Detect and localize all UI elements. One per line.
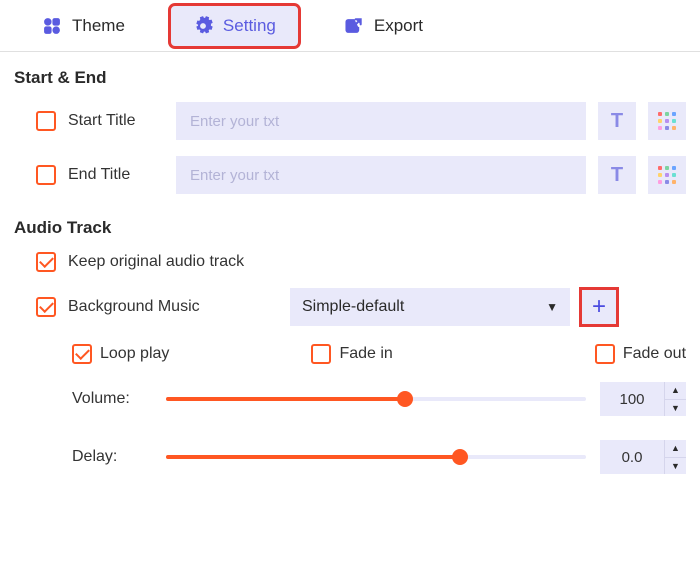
playback-options-row: Loop play Fade in Fade out: [0, 334, 700, 370]
background-music-selected: Simple-default: [302, 298, 404, 316]
volume-spinner: 100 ▲ ▼: [600, 382, 686, 416]
end-title-text-style-button[interactable]: T: [598, 156, 636, 194]
gear-icon: [193, 16, 213, 36]
loop-play-label: Loop play: [100, 345, 169, 363]
volume-slider[interactable]: [166, 397, 586, 401]
keep-original-label: Keep original audio track: [68, 253, 244, 271]
tab-theme-label: Theme: [72, 16, 125, 36]
color-grid-icon: [658, 166, 676, 184]
tab-bar: Theme Setting Export: [0, 0, 700, 52]
add-music-button[interactable]: +: [582, 290, 616, 324]
start-title-label: Start Title: [68, 112, 164, 130]
chevron-down-icon: ▼: [546, 300, 558, 314]
tab-setting-label: Setting: [223, 16, 276, 36]
delay-spinner: 0.0 ▲ ▼: [600, 440, 686, 474]
start-title-color-button[interactable]: [648, 102, 686, 140]
color-grid-icon: [658, 112, 676, 130]
volume-down-button[interactable]: ▼: [665, 399, 686, 417]
delay-slider[interactable]: [166, 455, 586, 459]
end-title-row: End Title T: [0, 148, 700, 202]
end-title-color-button[interactable]: [648, 156, 686, 194]
delay-row: Delay: 0.0 ▲ ▼: [0, 428, 700, 486]
tab-theme[interactable]: Theme: [20, 6, 147, 46]
fade-in-label: Fade in: [339, 345, 392, 363]
loop-play-checkbox[interactable]: [72, 344, 92, 364]
volume-up-button[interactable]: ▲: [665, 382, 686, 399]
delay-down-button[interactable]: ▼: [665, 457, 686, 475]
volume-value[interactable]: 100: [600, 382, 664, 416]
keep-original-row: Keep original audio track: [0, 244, 700, 280]
volume-slider-fill: [166, 397, 405, 401]
start-title-input[interactable]: [176, 102, 586, 140]
start-title-checkbox[interactable]: [36, 111, 56, 131]
background-music-row: Background Music Simple-default ▼ +: [0, 280, 700, 334]
background-music-label: Background Music: [68, 298, 278, 316]
volume-row: Volume: 100 ▲ ▼: [0, 370, 700, 428]
start-title-text-style-button[interactable]: T: [598, 102, 636, 140]
tab-export-label: Export: [374, 16, 423, 36]
delay-slider-thumb[interactable]: [452, 449, 468, 465]
fade-in-checkbox[interactable]: [311, 344, 331, 364]
volume-label: Volume:: [72, 390, 152, 408]
delay-up-button[interactable]: ▲: [665, 440, 686, 457]
delay-slider-fill: [166, 455, 460, 459]
background-music-checkbox[interactable]: [36, 297, 56, 317]
theme-icon: [42, 16, 62, 36]
background-music-select[interactable]: Simple-default ▼: [290, 288, 570, 326]
section-audio-track: Audio Track: [0, 202, 700, 244]
export-icon: [344, 16, 364, 36]
fade-out-checkbox[interactable]: [595, 344, 615, 364]
fade-out-label: Fade out: [623, 345, 686, 363]
tab-export[interactable]: Export: [322, 6, 445, 46]
delay-value[interactable]: 0.0: [600, 440, 664, 474]
start-title-row: Start Title T: [0, 94, 700, 148]
keep-original-checkbox[interactable]: [36, 252, 56, 272]
end-title-label: End Title: [68, 166, 164, 184]
end-title-checkbox[interactable]: [36, 165, 56, 185]
end-title-input[interactable]: [176, 156, 586, 194]
volume-slider-thumb[interactable]: [397, 391, 413, 407]
delay-label: Delay:: [72, 448, 152, 466]
tab-setting[interactable]: Setting: [171, 6, 298, 46]
section-start-end: Start & End: [0, 52, 700, 94]
